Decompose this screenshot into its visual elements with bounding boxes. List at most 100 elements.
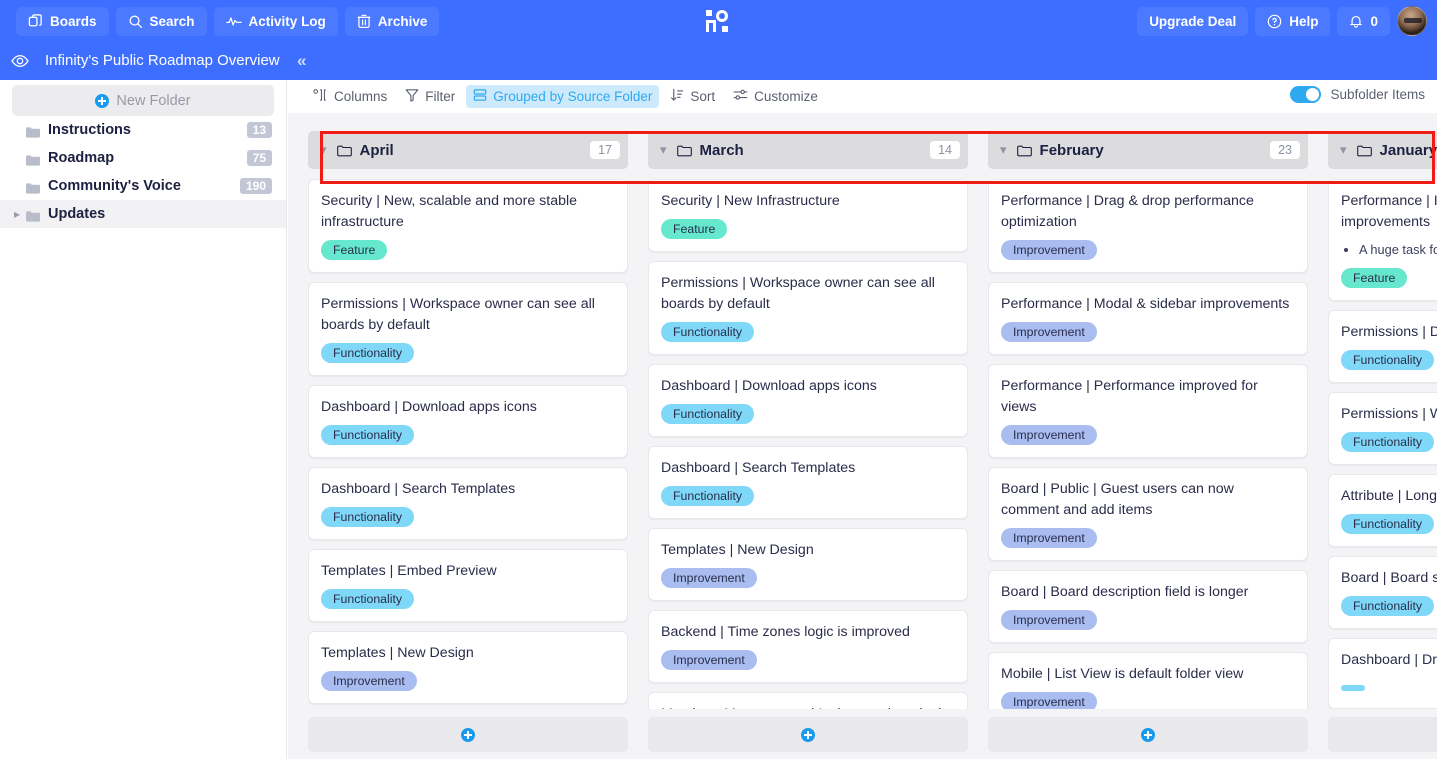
- chevron-down-icon[interactable]: ▾: [1000, 143, 1007, 156]
- add-item-button-march[interactable]: [648, 717, 968, 752]
- status-badge[interactable]: Improvement: [1001, 528, 1097, 548]
- sidebar-item-roadmap[interactable]: Roadmap 75: [0, 144, 286, 172]
- boards-icon: [28, 13, 43, 29]
- status-badge[interactable]: Improvement: [321, 671, 417, 691]
- status-badge[interactable]: Improvement: [661, 568, 757, 588]
- column-header[interactable]: ▾ March 14: [648, 131, 968, 169]
- chevron-down-icon[interactable]: ▾: [320, 143, 327, 156]
- eye-icon[interactable]: [10, 51, 30, 71]
- sidebar-item-instructions[interactable]: Instructions 13: [0, 116, 286, 144]
- status-badge[interactable]: [1341, 685, 1365, 691]
- sort-button[interactable]: Sort: [663, 85, 722, 108]
- plus-circle-icon: [801, 727, 815, 742]
- chevron-right-icon[interactable]: ▸: [14, 208, 20, 220]
- column-cards[interactable]: Performance | Infinity performance impro…: [1328, 179, 1437, 709]
- card[interactable]: Templates | New Design Improvement: [308, 631, 628, 704]
- card[interactable]: Dashboard | Drag & drop workspaces: [1328, 638, 1437, 709]
- card[interactable]: Permissions | Default permissions Functi…: [1328, 310, 1437, 383]
- card[interactable]: Board | Board description field is longe…: [988, 570, 1308, 643]
- column-header[interactable]: ▾ April 17: [308, 131, 628, 169]
- card[interactable]: Board | Public | Guest users can now com…: [988, 467, 1308, 561]
- add-item-button-april[interactable]: [308, 717, 628, 752]
- card[interactable]: Permissions | Workspace owner can see al…: [308, 282, 628, 376]
- card[interactable]: Backend | Time zones logic is improved I…: [648, 610, 968, 683]
- activity-log-button[interactable]: Activity Log: [213, 6, 338, 36]
- add-item-button-january[interactable]: [1328, 717, 1437, 752]
- upgrade-deal-button[interactable]: Upgrade Deal: [1137, 6, 1249, 36]
- column-cards[interactable]: Performance | Drag & drop performance op…: [988, 179, 1308, 709]
- status-badge[interactable]: Feature: [661, 219, 728, 239]
- add-item-row: [288, 710, 1437, 759]
- chevron-down-icon[interactable]: ▾: [660, 143, 667, 156]
- status-badge[interactable]: Feature: [321, 240, 388, 260]
- status-badge[interactable]: Functionality: [321, 343, 415, 363]
- card[interactable]: Templates | New Design Improvement: [648, 528, 968, 601]
- card[interactable]: Templates | Embed Preview Functionality: [308, 549, 628, 622]
- status-badge[interactable]: Functionality: [1341, 350, 1435, 370]
- card[interactable]: Members Management | Invite members logi…: [648, 692, 968, 709]
- status-badge[interactable]: Functionality: [321, 425, 415, 445]
- status-badge[interactable]: Feature: [1341, 268, 1408, 288]
- chevron-down-icon[interactable]: ▾: [1340, 143, 1347, 156]
- notifications-button[interactable]: 0: [1337, 6, 1390, 36]
- status-badge[interactable]: Improvement: [661, 650, 757, 670]
- status-badge[interactable]: Functionality: [1341, 596, 1435, 616]
- board-column-january: ▾ January Performance | Infinity perform…: [1328, 131, 1437, 709]
- subfolder-items-toggle[interactable]: Subfolder Items: [1290, 86, 1425, 103]
- customize-button[interactable]: Customize: [726, 85, 825, 108]
- card[interactable]: Permissions | Workspace owner can see al…: [648, 261, 968, 355]
- card[interactable]: Security | New Infrastructure Feature: [648, 179, 968, 252]
- status-badge[interactable]: Functionality: [321, 507, 415, 527]
- status-badge[interactable]: Improvement: [1001, 692, 1097, 709]
- card[interactable]: Performance | Drag & drop performance op…: [988, 179, 1308, 273]
- card[interactable]: Permissions | Workspace owner Functional…: [1328, 392, 1437, 465]
- status-badge[interactable]: Improvement: [1001, 610, 1097, 630]
- status-badge[interactable]: Functionality: [661, 486, 755, 506]
- toggle-switch[interactable]: [1290, 86, 1322, 103]
- help-button[interactable]: Help: [1255, 6, 1331, 36]
- card[interactable]: Dashboard | Search Templates Functionali…: [308, 467, 628, 540]
- column-cards[interactable]: Security | New Infrastructure Feature Pe…: [648, 179, 968, 709]
- columns-button[interactable]: Columns: [306, 85, 394, 108]
- status-badge[interactable]: Functionality: [1341, 514, 1435, 534]
- card[interactable]: Dashboard | Download apps icons Function…: [648, 364, 968, 437]
- status-badge[interactable]: Improvement: [1001, 240, 1097, 260]
- status-badge[interactable]: Functionality: [661, 322, 755, 342]
- top-right-actions: Upgrade Deal Help 0: [1137, 0, 1427, 42]
- add-item-button-february[interactable]: [988, 717, 1308, 752]
- card[interactable]: Mobile | List View is default folder vie…: [988, 652, 1308, 709]
- sidebar-item-communitys-voice[interactable]: Community's Voice 190: [0, 172, 286, 200]
- status-badge[interactable]: Improvement: [1001, 425, 1097, 445]
- status-badge[interactable]: Functionality: [661, 404, 755, 424]
- column-cards[interactable]: Security | New, scalable and more stable…: [308, 179, 628, 709]
- sidebar-item-updates[interactable]: ▸ Updates: [0, 200, 286, 228]
- card[interactable]: Dashboard | Search Templates Functionali…: [648, 446, 968, 519]
- card-bullets: A huge task for the entire team, leading…: [1359, 240, 1437, 259]
- search-button[interactable]: Search: [115, 6, 207, 36]
- boards-button[interactable]: Boards: [16, 6, 109, 36]
- card[interactable]: Security | New, scalable and more stable…: [308, 179, 628, 273]
- collapse-left-icon[interactable]: «: [297, 50, 306, 72]
- status-badge[interactable]: Functionality: [1341, 432, 1435, 452]
- card-title: Permissions | Workspace owner can see al…: [661, 275, 935, 312]
- new-folder-button[interactable]: New Folder: [12, 85, 274, 116]
- card-title: Board | Board description field is longe…: [1001, 584, 1249, 600]
- card[interactable]: Board | Board sharing Functionality: [1328, 556, 1437, 629]
- card[interactable]: Dashboard | Download apps icons Function…: [308, 385, 628, 458]
- avatar[interactable]: [1397, 6, 1427, 36]
- group-by-button[interactable]: Grouped by Source Folder: [466, 85, 660, 108]
- status-badge[interactable]: Functionality: [321, 589, 415, 609]
- status-badge[interactable]: Improvement: [1001, 322, 1097, 342]
- upgrade-deal-label: Upgrade Deal: [1149, 13, 1237, 29]
- column-title: February: [1039, 141, 1104, 159]
- column-header[interactable]: ▾ February 23: [988, 131, 1308, 169]
- card[interactable]: Performance | Performance improved for v…: [988, 364, 1308, 458]
- archive-button[interactable]: Archive: [344, 6, 440, 36]
- card[interactable]: Performance | Infinity performance impro…: [1328, 179, 1437, 301]
- card[interactable]: Attribute | Long text attribute Function…: [1328, 474, 1437, 547]
- columns-label: Columns: [334, 89, 388, 104]
- card[interactable]: Performance | Modal & sidebar improvemen…: [988, 282, 1308, 355]
- filter-button[interactable]: Filter: [398, 85, 462, 108]
- column-header[interactable]: ▾ January: [1328, 131, 1437, 169]
- infinity-logo-icon[interactable]: [703, 7, 731, 35]
